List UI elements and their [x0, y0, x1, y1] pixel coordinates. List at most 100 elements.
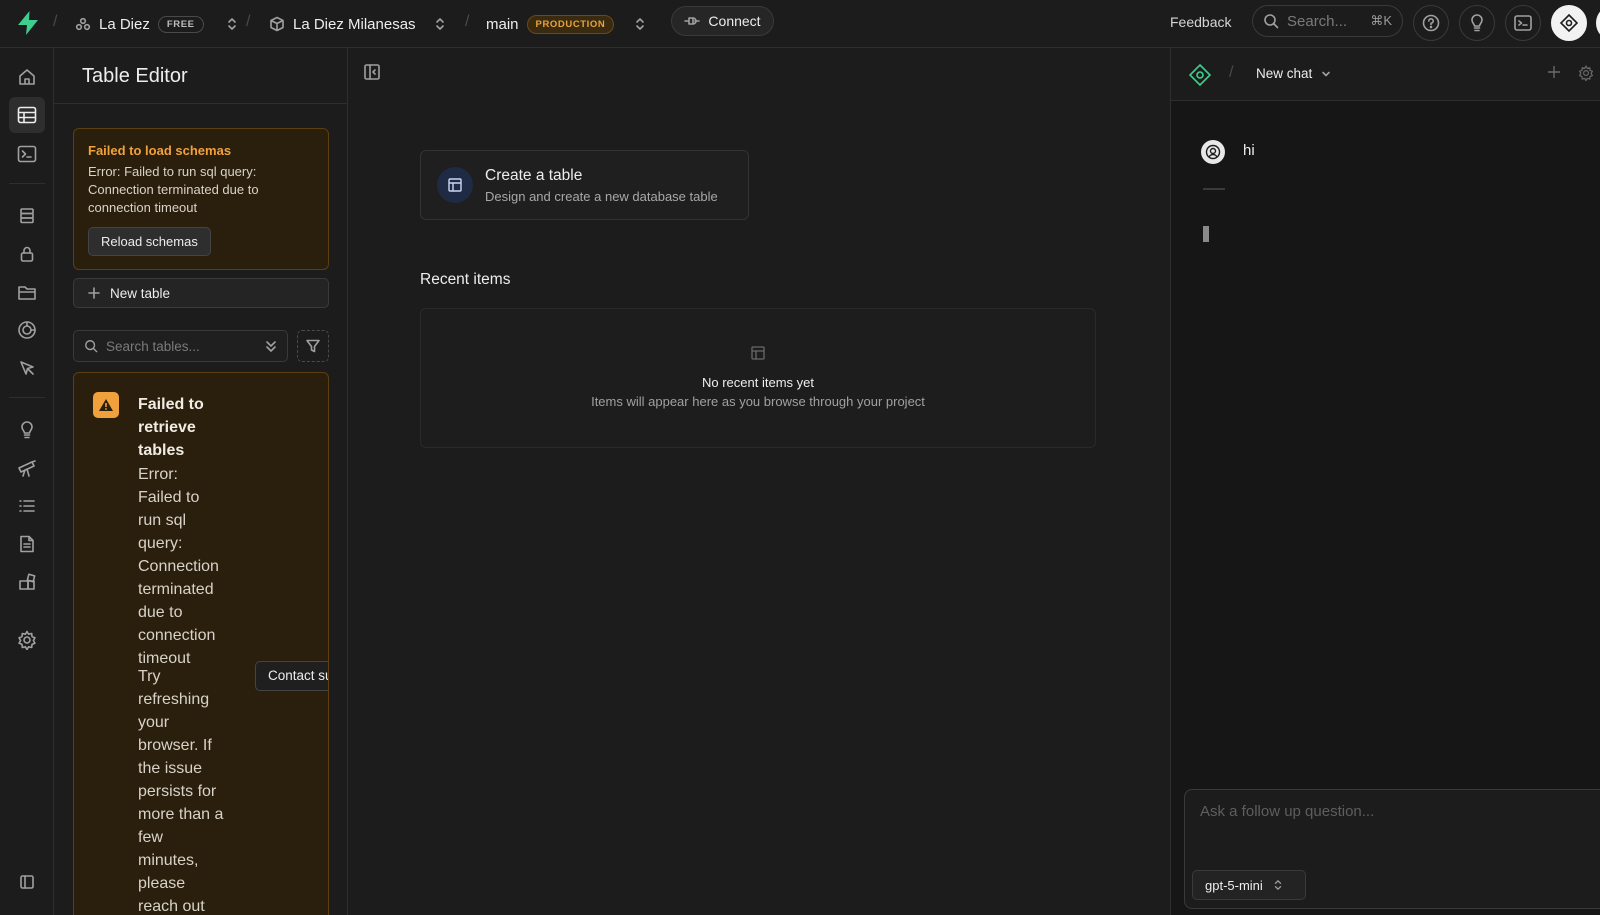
- user-avatar[interactable]: [1596, 5, 1600, 41]
- plug-icon: [684, 17, 701, 25]
- create-table-subtitle: Design and create a new database table: [485, 189, 718, 204]
- schema-error-card: Failed to load schemas Error: Failed to …: [73, 128, 329, 270]
- org-name: La Diez: [99, 15, 150, 33]
- collapse-sidebar-button[interactable]: [363, 63, 381, 81]
- assistant-panel: / New chat hi Ask a follow up question..…: [1170, 48, 1600, 915]
- assistant-settings-button[interactable]: [1578, 65, 1594, 81]
- terminal-icon: [1514, 15, 1532, 31]
- nav-collapse[interactable]: [9, 864, 45, 900]
- search-placeholder: Search...: [1287, 12, 1348, 30]
- nav-advisors[interactable]: [9, 412, 45, 448]
- table-icon: [437, 167, 473, 203]
- tables-error-title: Failed to retrieve tables: [138, 396, 204, 459]
- new-chat-button[interactable]: [1547, 65, 1561, 79]
- chat-switcher[interactable]: New chat: [1256, 66, 1332, 81]
- home-icon: [19, 69, 35, 85]
- chevrons-down-icon[interactable]: [265, 339, 277, 353]
- typing-indicator: [1203, 226, 1209, 242]
- advisors-button[interactable]: [1459, 5, 1495, 41]
- sidebar-title: Table Editor: [82, 65, 188, 87]
- nav-divider: [9, 397, 45, 398]
- contact-support-button[interactable]: Contact support: [255, 661, 328, 691]
- recent-items-title: Recent items: [420, 271, 511, 288]
- model-name: gpt-5-mini: [1205, 877, 1263, 893]
- nav-integrations[interactable]: [9, 564, 45, 600]
- nav-authentication[interactable]: [9, 236, 45, 272]
- recent-items-empty: No recent items yet Items will appear he…: [420, 308, 1096, 448]
- tables-error-message: Error: Failed to run sql query: Connecti…: [138, 466, 219, 667]
- nav-settings[interactable]: [9, 622, 45, 658]
- user-avatar: [1201, 140, 1225, 164]
- box-icon: [270, 16, 284, 32]
- main-content: Create a table Design and create a new d…: [348, 48, 1170, 915]
- tables-error-hint: Try refreshing your browser. If the issu…: [138, 668, 224, 915]
- plan-badge: FREE: [157, 15, 204, 33]
- connect-button[interactable]: Connect: [671, 6, 774, 36]
- environment-badge: PRODUCTION: [526, 14, 615, 34]
- branch-name: main: [486, 15, 519, 33]
- plus-icon: [88, 287, 100, 299]
- sql-console-button[interactable]: [1505, 5, 1541, 41]
- assistant-icon: [1559, 13, 1579, 33]
- nav-table-editor[interactable]: [9, 97, 45, 133]
- lightbulb-icon: [21, 421, 33, 439]
- new-table-button[interactable]: New table: [73, 278, 329, 308]
- model-select[interactable]: gpt-5-mini: [1192, 870, 1306, 900]
- org-switcher[interactable]: La Diez FREE: [75, 11, 238, 37]
- search-icon: [1264, 14, 1279, 29]
- chevron-updown-icon: [1274, 880, 1281, 890]
- search-icon: [85, 340, 98, 353]
- nav-api-docs[interactable]: [9, 526, 45, 562]
- global-search[interactable]: Search... ⌘K: [1252, 5, 1403, 37]
- project-name: La Diez Milanesas: [293, 15, 416, 33]
- feedback-button[interactable]: Feedback: [1170, 14, 1231, 30]
- nav-logs[interactable]: [9, 488, 45, 524]
- project-switcher[interactable]: La Diez Milanesas: [269, 11, 446, 37]
- storage-icon: [18, 286, 36, 300]
- assistant-header: / New chat: [1171, 48, 1600, 101]
- supabase-logo-icon[interactable]: [16, 10, 40, 36]
- search-shortcut: ⌘K: [1370, 13, 1392, 28]
- help-button[interactable]: [1413, 5, 1449, 41]
- nav-divider: [9, 183, 45, 184]
- reload-schemas-button[interactable]: Reload schemas: [88, 227, 211, 256]
- cursor-icon: [20, 361, 34, 375]
- warning-icon: [93, 392, 119, 418]
- create-table-card[interactable]: Create a table Design and create a new d…: [420, 150, 749, 220]
- nav-observability[interactable]: [9, 450, 45, 486]
- schema-error-message: Error: Failed to run sql query: Connecti…: [88, 164, 259, 215]
- assistant-toggle-button[interactable]: [1551, 5, 1587, 41]
- chevron-down-icon: [1322, 71, 1331, 76]
- tables-error-card: Failed to retrieve tables Error: Failed …: [73, 372, 329, 915]
- gear-icon: [18, 630, 36, 650]
- new-table-label: New table: [110, 285, 171, 301]
- chat-input[interactable]: Ask a follow up question...: [1200, 803, 1374, 820]
- connect-label: Connect: [708, 13, 761, 29]
- nav-sql-editor[interactable]: [9, 136, 45, 172]
- breadcrumb-separator: /: [53, 13, 58, 30]
- breadcrumb-separator: /: [246, 13, 251, 30]
- nav-realtime[interactable]: [9, 350, 45, 386]
- filter-button[interactable]: [297, 330, 329, 362]
- sidebar-header: Table Editor: [54, 48, 347, 104]
- branch-switcher[interactable]: main PRODUCTION: [486, 11, 646, 37]
- functions-icon: [18, 321, 36, 339]
- search-tables-input[interactable]: Search tables...: [73, 330, 288, 362]
- panel-left-icon: [364, 64, 380, 80]
- nav-home[interactable]: [9, 59, 45, 95]
- filter-icon: [306, 339, 320, 353]
- nav-storage[interactable]: [9, 274, 45, 310]
- breadcrumb-separator: /: [1229, 64, 1234, 81]
- breadcrumb-separator: /: [465, 13, 470, 30]
- database-icon: [20, 208, 34, 224]
- chat-composer[interactable]: Ask a follow up question... gpt-5-mini: [1184, 789, 1600, 909]
- plus-icon: [1548, 66, 1560, 78]
- lightbulb-icon: [1471, 14, 1483, 32]
- table-icon: [17, 106, 37, 124]
- nav-edge-functions[interactable]: [9, 312, 45, 348]
- document-icon: [20, 535, 34, 553]
- create-table-title: Create a table: [485, 167, 583, 184]
- nav-database[interactable]: [9, 198, 45, 234]
- gear-icon: [1578, 65, 1594, 81]
- message-divider: [1203, 188, 1225, 190]
